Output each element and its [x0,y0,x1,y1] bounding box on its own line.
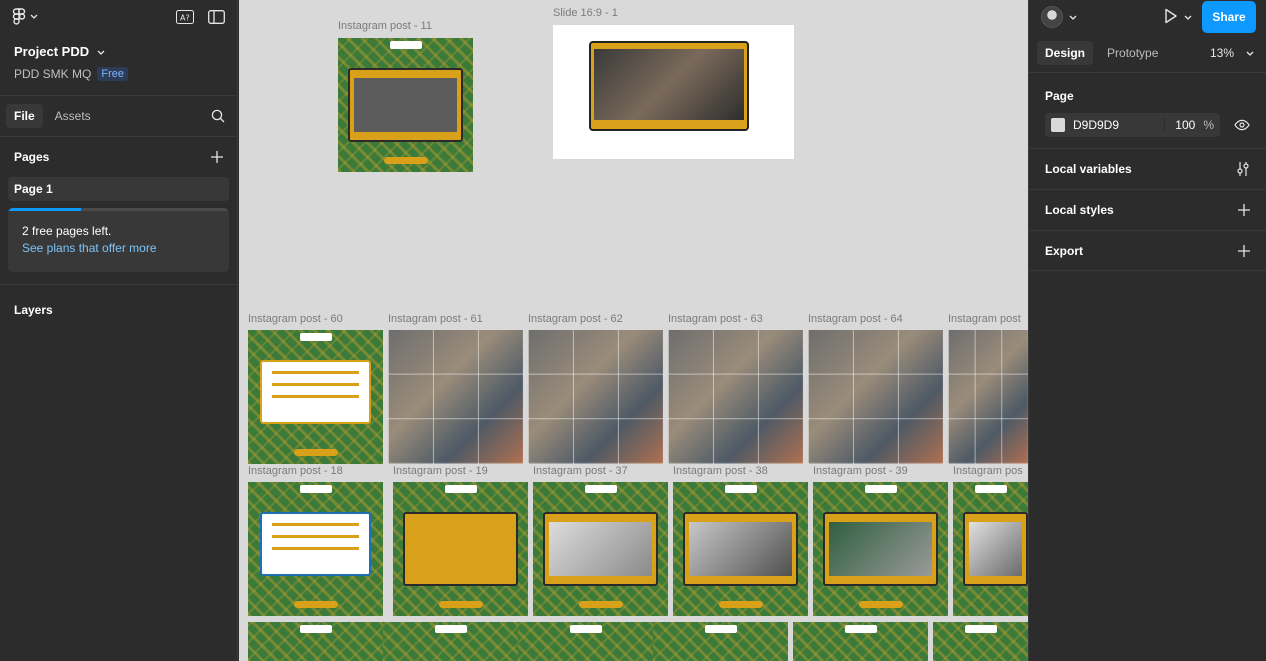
svg-text:A?: A? [180,14,190,23]
pages-header: Pages [0,137,237,177]
search-icon[interactable] [211,109,225,123]
frame-instagram-post-38[interactable] [673,482,808,616]
main-menu-button[interactable] [12,8,38,26]
frame-instagram-post-18[interactable] [248,482,383,616]
tab-design[interactable]: Design [1037,41,1094,65]
frame-label[interactable]: Instagram post - 38 [673,465,768,477]
tab-assets[interactable]: Assets [47,104,99,128]
frame-label[interactable]: Instagram post - 37 [533,465,628,477]
page-color-hex[interactable]: D9D9D9 [1073,118,1156,132]
frame-instagram-post-11[interactable] [338,38,473,172]
page-list-item[interactable]: Page 1 [8,177,229,201]
project-info: Project PDD PDD SMK MQ Free [0,34,237,83]
eye-icon[interactable] [1234,119,1250,131]
zoom-value: 13% [1209,46,1234,60]
share-button[interactable]: Share [1202,1,1256,33]
figma-logo-icon [12,8,26,26]
add-style-icon[interactable] [1238,204,1250,216]
frame-instagram-post-60[interactable] [248,330,383,464]
frame-label[interactable]: Instagram post - 19 [393,465,488,477]
right-panel: Share Design Prototype 13% Page D9D9D9 1… [1028,0,1266,661]
frame-instagram-post-37[interactable] [533,482,668,616]
pages-heading: Pages [14,150,50,164]
avatar [1041,6,1063,28]
right-panel-tabs: Design Prototype 13% [1029,34,1266,72]
frame-label[interactable]: Instagram post - 39 [813,465,908,477]
left-panel-tabs: File Assets [0,96,237,136]
chevron-down-icon [1246,46,1254,60]
page-heading: Page [1045,89,1074,103]
frame-label[interactable]: Instagram post [948,313,1021,325]
variables-adjust-icon[interactable] [1236,161,1250,177]
free-pages-notice: 2 free pages left. See plans that offer … [8,208,229,272]
frame-label[interactable]: Instagram post - 60 [248,313,343,325]
frame-label[interactable]: Instagram post - 18 [248,465,343,477]
frame-instagram-post-63[interactable] [668,330,803,464]
frame-instagram-post-row3[interactable] [933,622,1028,661]
frame-instagram-post-row3[interactable] [793,622,928,661]
frame-label[interactable]: Instagram post - 61 [388,313,483,325]
zoom-dropdown[interactable]: 13% [1210,46,1258,60]
chevron-down-icon [1069,10,1077,24]
free-pages-progress-fill [8,208,81,211]
frame-label[interactable]: Instagram post - 11 [338,20,432,32]
frame-label[interactable]: Instagram pos [953,465,1023,477]
frame-instagram-post-19[interactable] [393,482,528,616]
divider [0,284,237,285]
text-scale-icon[interactable]: A? [176,10,194,24]
free-pages-progress-bar [8,208,229,211]
tab-prototype[interactable]: Prototype [1099,41,1166,65]
page-color-field[interactable]: D9D9D9 100 % [1045,113,1220,137]
frame-instagram-post-64[interactable] [808,330,943,464]
page-opacity-unit: % [1203,118,1214,132]
free-pages-text: 2 free pages left. [22,224,112,238]
layers-heading: Layers [14,303,53,317]
frame-instagram-post-row3[interactable] [383,622,518,661]
chevron-down-icon [30,14,38,20]
export-row[interactable]: Export [1029,230,1266,271]
present-button[interactable] [1164,8,1192,27]
frame-instagram-post-39[interactable] [813,482,948,616]
play-icon [1164,8,1178,27]
project-title: Project PDD [14,43,90,59]
local-styles-row[interactable]: Local styles [1029,189,1266,230]
color-swatch[interactable] [1051,118,1065,132]
account-menu-button[interactable] [1041,6,1077,28]
add-page-icon[interactable] [211,151,223,163]
tab-file[interactable]: File [6,104,43,128]
frame-label[interactable]: Instagram post - 64 [808,313,903,325]
frame-slide-16-9[interactable] [553,25,794,159]
frame-instagram-post-partial[interactable] [953,482,1028,616]
page-opacity-value: 100 [1175,118,1196,132]
page-item-label: Page 1 [14,182,53,196]
design-canvas[interactable]: Instagram post - 11 Slide 16:9 - 1 Insta… [239,0,1028,661]
frame-label[interactable]: Instagram post - 62 [528,313,623,325]
local-variables-row[interactable]: Local variables [1029,148,1266,189]
left-panel: A? Project PDD PDD SMK MQ Free File Asse… [0,0,238,661]
project-title-button[interactable]: Project PDD [14,42,223,60]
chevron-down-icon [1184,10,1192,24]
frame-instagram-post-row3[interactable] [248,622,383,661]
sidebar-toggle-icon[interactable] [208,10,225,24]
local-styles-label: Local styles [1045,203,1114,217]
see-plans-link[interactable]: See plans that offer more [22,241,157,255]
frame-instagram-post-row3[interactable] [518,622,653,661]
frame-instagram-post-61[interactable] [388,330,523,464]
page-opacity-field[interactable]: 100 % [1164,118,1214,132]
plan-badge: Free [97,67,128,81]
team-name[interactable]: PDD SMK MQ [14,67,91,81]
chevron-down-icon [97,44,105,59]
page-section: Page D9D9D9 100 % [1029,73,1266,137]
frame-instagram-post-row3[interactable] [653,622,788,661]
frame-label[interactable]: Slide 16:9 - 1 [553,7,618,19]
left-panel-toolbar: A? [0,0,237,34]
export-label: Export [1045,243,1084,258]
frame-instagram-post-62[interactable] [528,330,663,464]
right-panel-toolbar: Share [1029,0,1266,34]
frame-instagram-post[interactable] [948,330,1028,464]
frame-label[interactable]: Instagram post - 63 [668,313,763,325]
local-variables-label: Local variables [1045,162,1132,176]
add-export-icon[interactable] [1238,244,1250,257]
